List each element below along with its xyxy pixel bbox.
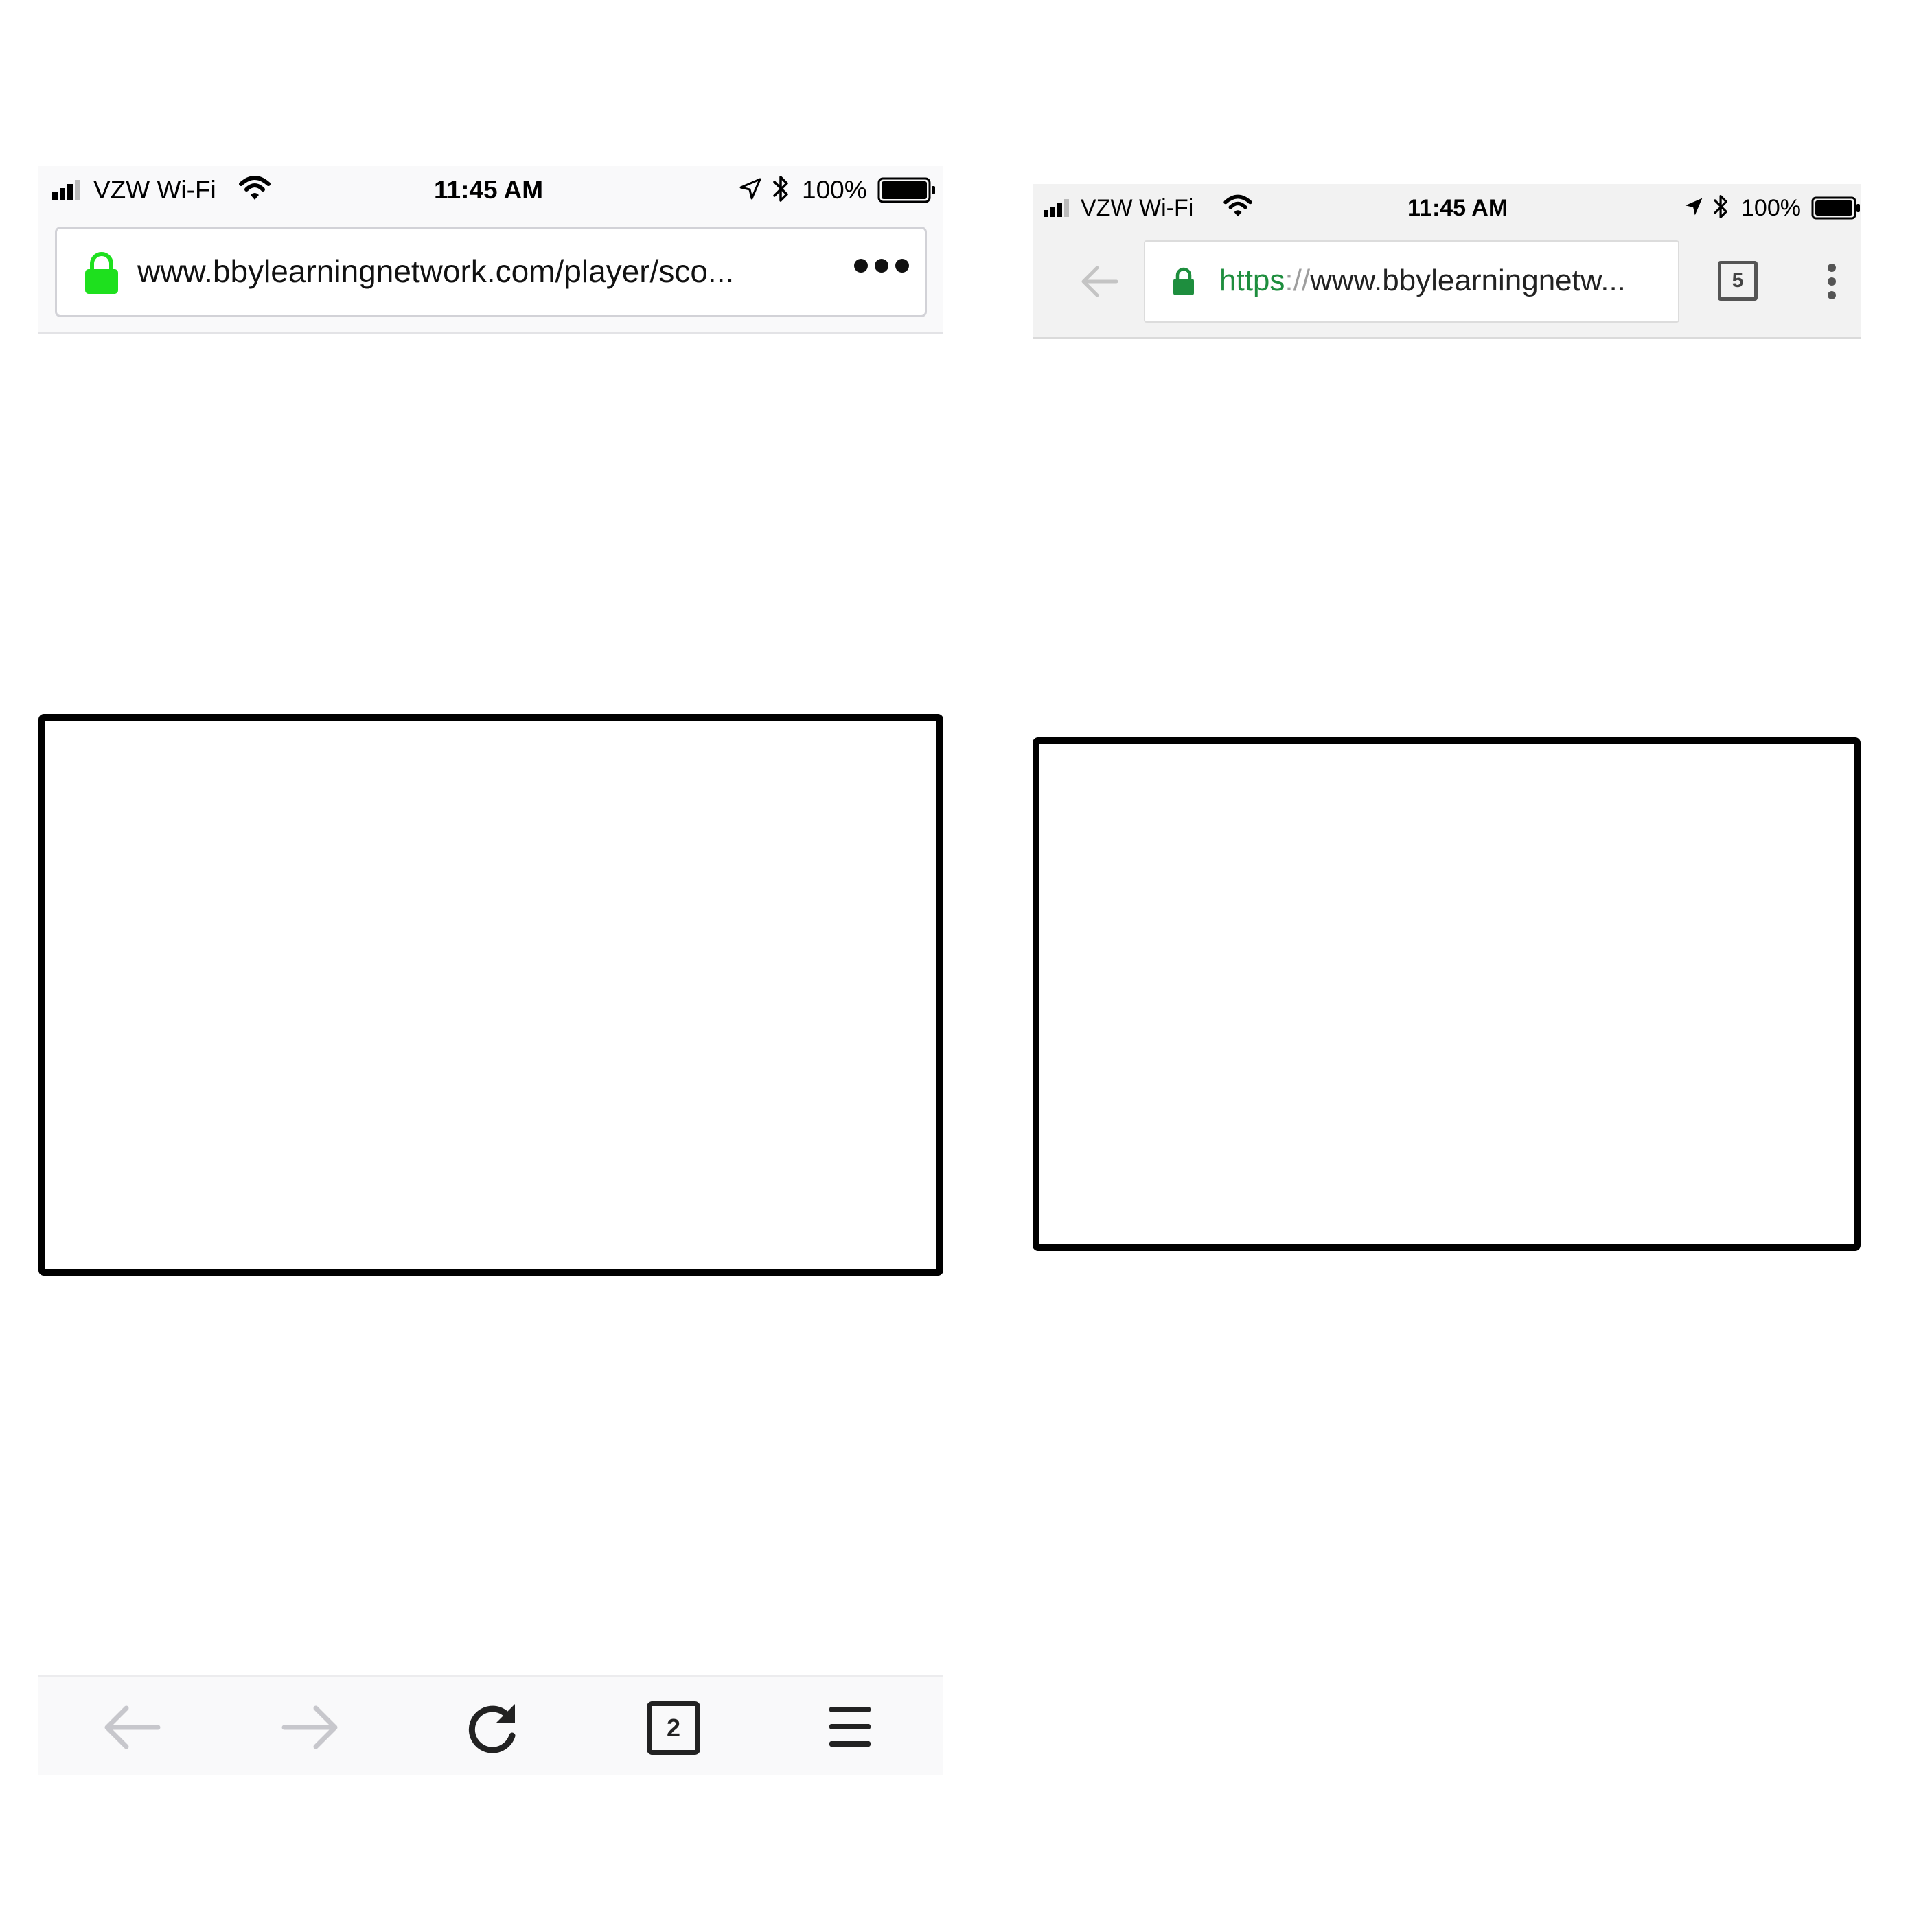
content-frame xyxy=(1033,737,1861,1251)
tabs-button[interactable]: 2 xyxy=(647,1701,700,1755)
status-bar: VZW Wi-Fi 11:45 AM 100% xyxy=(1033,184,1861,232)
battery-percent: 100% xyxy=(802,176,867,204)
forward-arrow-icon[interactable] xyxy=(280,1703,342,1752)
url-host: www.bbylearningnetw... xyxy=(1310,264,1626,297)
wifi-icon xyxy=(239,176,271,200)
wifi-icon xyxy=(1223,194,1252,217)
menu-icon[interactable] xyxy=(828,1704,872,1749)
cellular-signal-icon xyxy=(1044,199,1069,217)
battery-icon xyxy=(877,177,935,203)
url-scheme: https xyxy=(1219,264,1285,297)
more-options-icon[interactable] xyxy=(853,255,910,276)
location-arrow-icon xyxy=(739,178,761,200)
back-arrow-icon[interactable] xyxy=(1078,264,1119,299)
content-frame xyxy=(38,714,943,1276)
tab-switcher-button[interactable]: 5 xyxy=(1718,261,1758,301)
carrier-label: VZW Wi-Fi xyxy=(93,176,216,204)
battery-icon xyxy=(1811,196,1860,220)
battery-percent: 100% xyxy=(1741,195,1801,221)
url-separator: :// xyxy=(1285,264,1311,297)
bluetooth-icon xyxy=(773,176,788,202)
bottom-toolbar: 2 xyxy=(38,1675,943,1775)
reload-icon[interactable] xyxy=(464,1700,520,1756)
bluetooth-icon xyxy=(1714,195,1727,218)
more-vertical-icon[interactable] xyxy=(1824,261,1840,302)
tab-count: 5 xyxy=(1732,269,1744,292)
lock-icon xyxy=(1173,267,1194,295)
status-bar: VZW Wi-Fi 11:45 AM 100% xyxy=(38,166,943,213)
clock-time: 11:45 AM xyxy=(1407,195,1508,221)
cellular-signal-icon xyxy=(52,180,80,200)
tab-count: 2 xyxy=(666,1714,681,1742)
clock-time: 11:45 AM xyxy=(434,176,544,204)
location-arrow-icon xyxy=(1685,198,1703,216)
url-text[interactable]: https://www.bbylearningnetw... xyxy=(1219,264,1666,298)
back-arrow-icon[interactable] xyxy=(100,1703,162,1752)
lock-icon xyxy=(85,252,118,294)
url-text[interactable]: www.bbylearningnetwork.com/player/sco... xyxy=(137,253,824,290)
carrier-label: VZW Wi-Fi xyxy=(1081,195,1194,221)
